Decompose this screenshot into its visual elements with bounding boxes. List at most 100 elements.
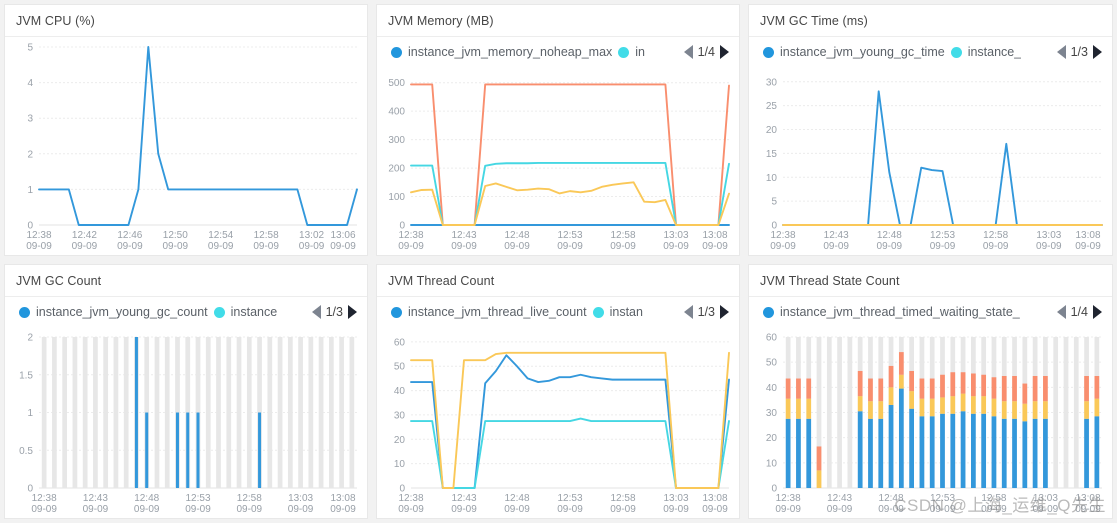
svg-text:12:53: 12:53 bbox=[185, 493, 210, 504]
svg-text:40: 40 bbox=[394, 386, 406, 397]
svg-text:20: 20 bbox=[766, 433, 778, 444]
panel-title: JVM GC Count bbox=[5, 265, 367, 297]
panel-jvm-thread-state-count: JVM Thread State Count instance_jvm_threa… bbox=[748, 264, 1113, 519]
svg-text:09-09: 09-09 bbox=[610, 241, 636, 252]
svg-text:12:48: 12:48 bbox=[134, 493, 159, 504]
legend-color-dot-icon bbox=[213, 306, 225, 318]
panel-title: JVM Thread State Count bbox=[749, 265, 1112, 297]
svg-text:13:03: 13:03 bbox=[1033, 493, 1058, 504]
chart-legend: instance_jvm_young_gc_time instance_ 1/3 bbox=[749, 37, 1112, 67]
svg-text:60: 60 bbox=[394, 337, 406, 348]
legend-pager: 1/4 bbox=[680, 45, 729, 59]
legend-item[interactable]: instance_jvm_young_gc_count bbox=[19, 305, 208, 319]
svg-text:09-09: 09-09 bbox=[237, 504, 263, 515]
panel-title: JVM GC Time (ms) bbox=[749, 5, 1112, 37]
legend-color-dot-icon bbox=[763, 46, 774, 58]
legend-item-label: instance_ bbox=[967, 45, 1022, 59]
svg-text:09-09: 09-09 bbox=[185, 504, 211, 515]
svg-text:12:48: 12:48 bbox=[877, 230, 902, 241]
svg-text:09-09: 09-09 bbox=[451, 241, 477, 252]
svg-text:12:58: 12:58 bbox=[254, 230, 279, 241]
triangle-left-icon[interactable] bbox=[683, 45, 693, 59]
svg-text:12:43: 12:43 bbox=[451, 230, 476, 241]
chart-legend: instance_jvm_memory_noheap_max in 1/4 bbox=[377, 37, 739, 67]
triangle-left-icon[interactable] bbox=[1056, 45, 1066, 59]
chart-jvm-gc-time[interactable]: 0 5 10 15 20 25 30 12:38 09-09 12:43 09-09 12:48 09-… bbox=[749, 67, 1112, 255]
svg-text:3: 3 bbox=[27, 114, 33, 125]
svg-text:09-09: 09-09 bbox=[330, 241, 356, 252]
chart-jvm-gc-count[interactable]: 0 0.5 1 1.5 2 12:38 09-09 12:43 09-09 12:48 09-09 1… bbox=[5, 327, 367, 518]
legend-item-label: instance_jvm_memory_noheap_max bbox=[408, 45, 613, 59]
svg-text:09-09: 09-09 bbox=[983, 241, 1009, 252]
triangle-left-icon[interactable] bbox=[683, 305, 693, 319]
svg-text:1: 1 bbox=[27, 408, 33, 419]
legend-item[interactable]: in bbox=[618, 45, 645, 59]
svg-text:2: 2 bbox=[27, 333, 33, 344]
svg-text:12:50: 12:50 bbox=[163, 230, 188, 241]
svg-text:09-09: 09-09 bbox=[26, 241, 52, 252]
panel-jvm-memory: JVM Memory (MB) instance_jvm_memory_nohea… bbox=[376, 4, 740, 256]
svg-text:13:03: 13:03 bbox=[288, 493, 313, 504]
triangle-right-icon[interactable] bbox=[1093, 45, 1102, 59]
legend-item[interactable]: instance_jvm_thread_live_count bbox=[391, 305, 587, 319]
svg-text:09-09: 09-09 bbox=[1075, 241, 1101, 252]
chart-jvm-memory[interactable]: 0 100 200 300 400 500 12:38 09-09 12:43 09-09 12:4… bbox=[377, 67, 739, 255]
legend-item[interactable]: instance_jvm_memory_noheap_max bbox=[391, 45, 612, 59]
triangle-right-icon[interactable] bbox=[1093, 305, 1102, 319]
triangle-right-icon[interactable] bbox=[348, 305, 357, 319]
svg-text:09-09: 09-09 bbox=[299, 241, 325, 252]
legend-color-dot-icon bbox=[950, 46, 962, 58]
svg-text:09-09: 09-09 bbox=[398, 504, 424, 515]
svg-text:13:08: 13:08 bbox=[1075, 493, 1100, 504]
svg-text:12:53: 12:53 bbox=[557, 493, 582, 504]
chart-jvm-thread-count[interactable]: 0 10 20 30 40 50 60 12:38 09-09 12:43 09-09 12:48 09… bbox=[377, 327, 739, 518]
chart-jvm-cpu[interactable]: 0 1 2 3 4 5 12:38 09-09 12:42 09-09 12:46 09-09 12:5… bbox=[5, 37, 367, 255]
svg-text:09-09: 09-09 bbox=[330, 504, 356, 515]
svg-text:09-09: 09-09 bbox=[504, 241, 530, 252]
svg-text:300: 300 bbox=[388, 135, 405, 146]
svg-text:09-09: 09-09 bbox=[878, 504, 904, 515]
svg-text:13:08: 13:08 bbox=[702, 493, 727, 504]
triangle-left-icon[interactable] bbox=[311, 305, 321, 319]
svg-text:09-09: 09-09 bbox=[1036, 241, 1062, 252]
legend-pager: 1/3 bbox=[680, 305, 729, 319]
legend-item-label: instance bbox=[230, 305, 278, 319]
legend-pager: 1/3 bbox=[1053, 45, 1102, 59]
triangle-left-icon[interactable] bbox=[1056, 305, 1066, 319]
svg-text:09-09: 09-09 bbox=[877, 241, 903, 252]
svg-text:09-09: 09-09 bbox=[775, 504, 801, 515]
svg-text:09-09: 09-09 bbox=[451, 504, 477, 515]
chart-jvm-thread-state-count[interactable]: 0 10 20 30 40 50 60 12:38 09-09 12:43 09-09 12:48 09… bbox=[749, 327, 1112, 518]
svg-text:20: 20 bbox=[394, 435, 406, 446]
triangle-right-icon[interactable] bbox=[720, 45, 729, 59]
svg-text:12:38: 12:38 bbox=[26, 230, 51, 241]
svg-text:30: 30 bbox=[394, 410, 406, 421]
legend-item[interactable]: instan bbox=[592, 305, 643, 319]
svg-text:30: 30 bbox=[766, 77, 778, 88]
legend-item[interactable]: instance_ bbox=[950, 45, 1022, 59]
svg-text:09-09: 09-09 bbox=[72, 241, 98, 252]
svg-text:13:03: 13:03 bbox=[663, 493, 688, 504]
legend-item[interactable]: instance_jvm_thread_timed_waiting_state_ bbox=[763, 305, 1020, 319]
svg-text:12:53: 12:53 bbox=[557, 230, 582, 241]
legend-page-count: 1/4 bbox=[697, 45, 715, 59]
svg-text:15: 15 bbox=[766, 149, 778, 160]
svg-text:09-09: 09-09 bbox=[253, 241, 279, 252]
panel-title: JVM Memory (MB) bbox=[377, 5, 739, 37]
svg-text:12:53: 12:53 bbox=[930, 230, 955, 241]
legend-item[interactable]: instance_jvm_young_gc_time bbox=[763, 45, 945, 59]
svg-text:40: 40 bbox=[766, 383, 778, 394]
svg-text:12:38: 12:38 bbox=[770, 230, 795, 241]
svg-text:12:42: 12:42 bbox=[72, 230, 97, 241]
svg-text:13:08: 13:08 bbox=[1075, 230, 1100, 241]
svg-text:09-09: 09-09 bbox=[117, 241, 143, 252]
svg-text:12:58: 12:58 bbox=[981, 493, 1006, 504]
svg-text:09-09: 09-09 bbox=[1033, 504, 1059, 515]
triangle-right-icon[interactable] bbox=[720, 305, 729, 319]
svg-text:10: 10 bbox=[766, 173, 778, 184]
svg-text:12:43: 12:43 bbox=[827, 493, 852, 504]
svg-text:12:58: 12:58 bbox=[610, 230, 635, 241]
svg-text:30: 30 bbox=[766, 408, 778, 419]
legend-item[interactable]: instance bbox=[213, 305, 278, 319]
legend-color-dot-icon bbox=[19, 306, 30, 318]
